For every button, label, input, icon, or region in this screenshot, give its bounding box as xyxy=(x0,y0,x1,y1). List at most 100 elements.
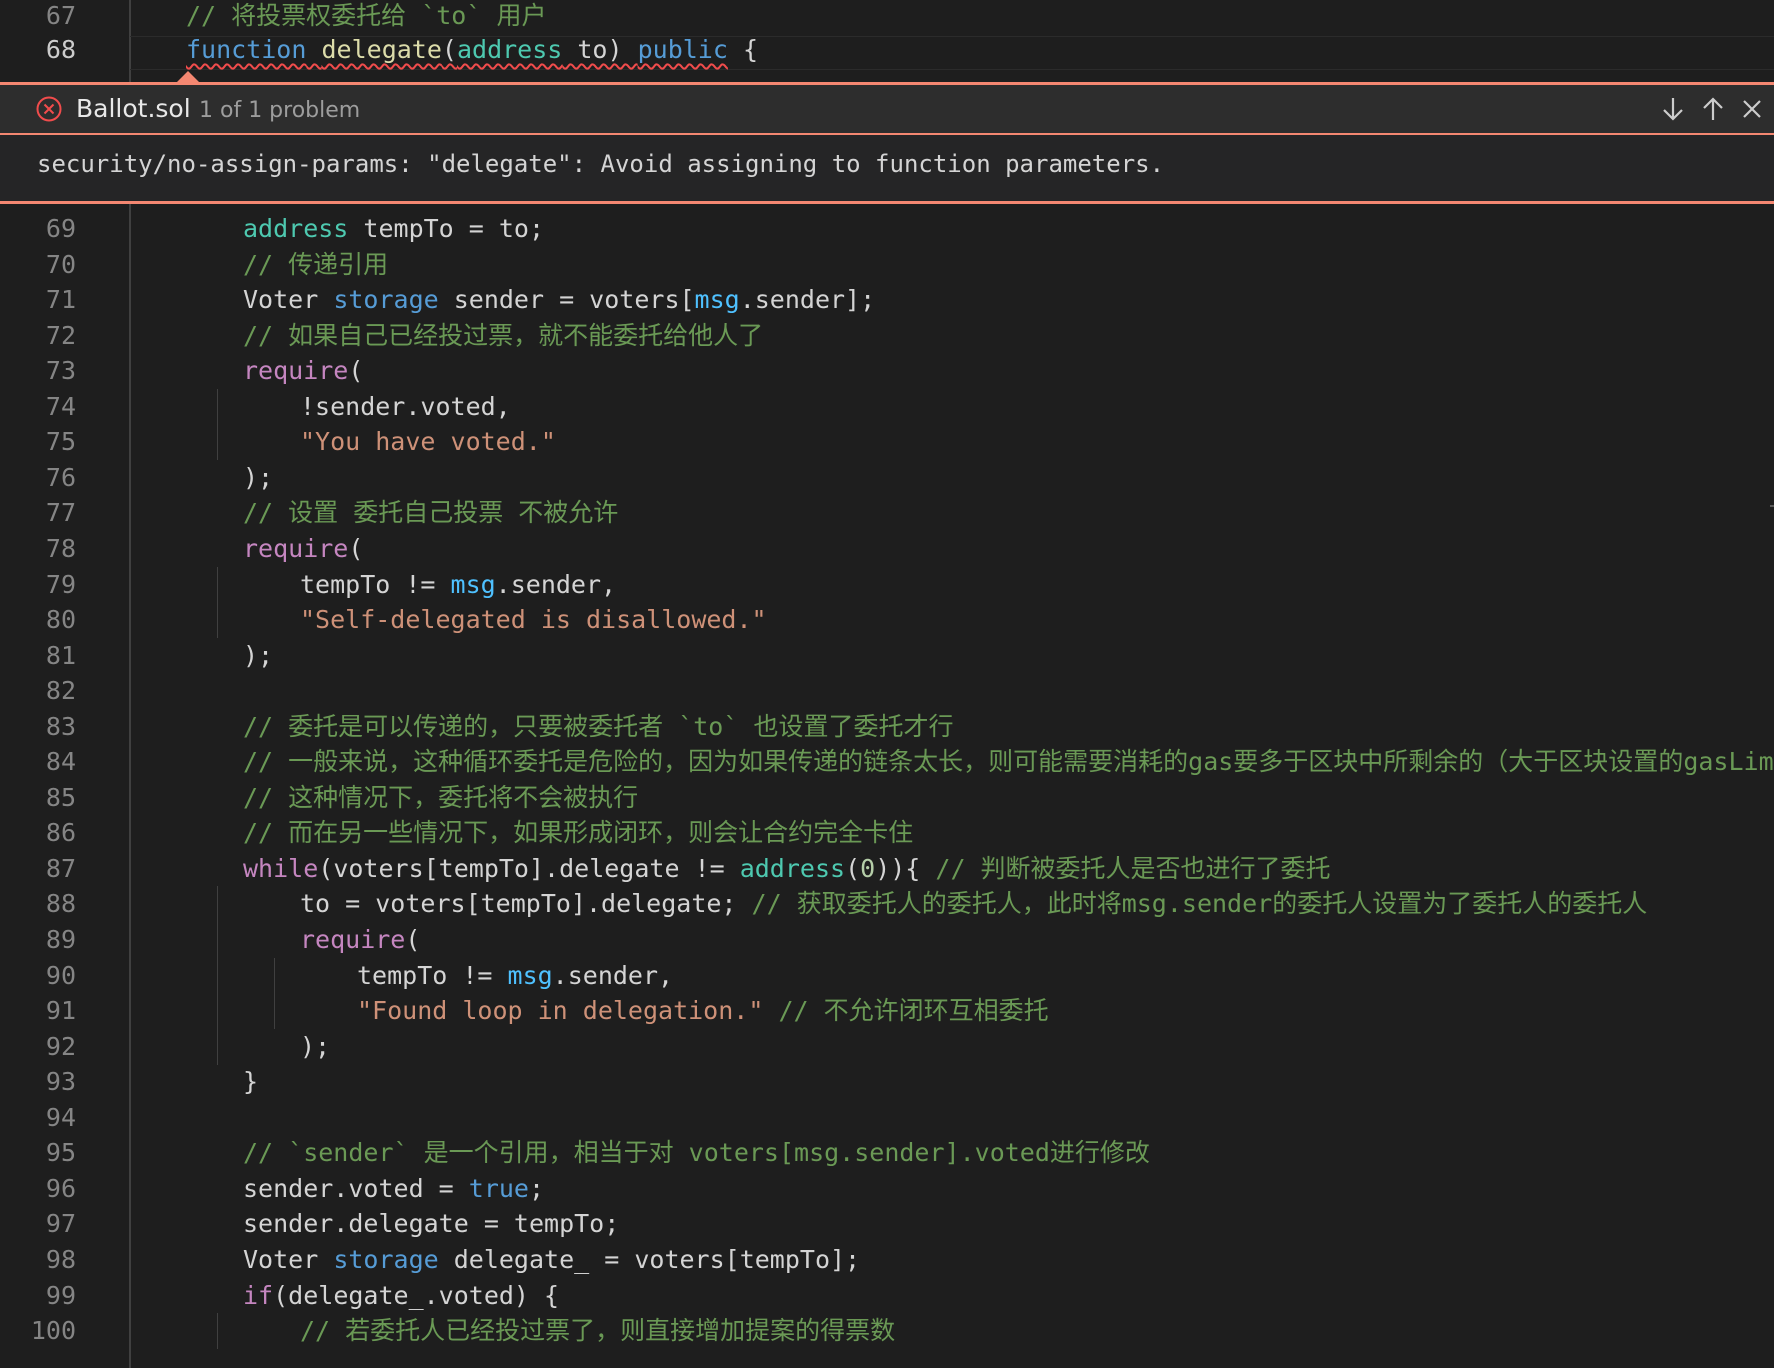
line-number: 73 xyxy=(45,356,76,386)
code-token: msg xyxy=(507,960,553,990)
code-token: sender.voted = xyxy=(243,1173,469,1203)
line-number: 75 xyxy=(45,427,76,457)
code-line[interactable]: 70 // 传递引用 xyxy=(0,247,1774,283)
line-number: 70 xyxy=(45,249,76,279)
arrow-up-icon[interactable] xyxy=(1698,94,1728,124)
code-line[interactable]: 95 // `sender` 是一个引用，相当于对 voters[msg.send… xyxy=(0,1135,1774,1171)
code-line[interactable]: 98 Voter storage delegate_ = voters[tempT… xyxy=(0,1242,1774,1278)
indent-guide xyxy=(274,993,275,1030)
code-token: Voter xyxy=(243,1244,334,1274)
code-token: // 一般来说，这种循环委托是危险的，因为如果传递的链条太长，则可能需要消耗的g… xyxy=(243,747,1774,777)
code-line[interactable]: 83 // 委托是可以传递的，只要被委托者 `to` 也设置了委托才行 xyxy=(0,709,1774,745)
problem-message: security/no-assign-params: "delegate": A… xyxy=(37,150,1165,178)
code-line[interactable]: 80 "Self-delegated is disallowed." xyxy=(0,602,1774,639)
line-number: 83 xyxy=(45,711,76,741)
code-token: !sender.voted, xyxy=(300,391,511,421)
close-icon[interactable] xyxy=(1737,94,1767,124)
problem-peek-header: Ballot.sol 1 of 1 problem xyxy=(0,85,1774,135)
code-token: storage xyxy=(333,285,439,315)
line-number: 71 xyxy=(45,285,76,315)
code-line[interactable]: 91 "Found loop in delegation." // 不允许闭环互相… xyxy=(0,993,1774,1030)
code-line[interactable]: 88 to = voters[tempTo].delegate; // 获取委托人… xyxy=(0,886,1774,923)
code-line[interactable]: 99 if(delegate_.voted) { xyxy=(0,1278,1774,1314)
code-line[interactable]: 68 function delegate(address to) public { xyxy=(0,32,1774,68)
code-line[interactable]: 85 // 这种情况下，委托将不会被执行 xyxy=(0,780,1774,816)
code-line[interactable]: 78 require( xyxy=(0,531,1774,567)
code-token: // 若委托人已经投过票了，则直接增加提案的得票数 xyxy=(300,1316,896,1346)
indent-guide xyxy=(217,886,218,923)
code-token: { xyxy=(727,35,759,64)
code-text: "Found loop in delegation." // 不允许闭环互相委托 xyxy=(357,993,1049,1029)
code-token: msg xyxy=(450,569,496,599)
code-token: ); xyxy=(243,640,274,670)
code-text: // 若委托人已经投过票了，则直接增加提案的得票数 xyxy=(300,1313,895,1349)
line-number: 76 xyxy=(45,462,76,492)
code-token: require xyxy=(243,533,349,563)
code-token: storage xyxy=(333,1244,439,1274)
code-token: true xyxy=(468,1173,529,1203)
code-line[interactable]: 75 "You have voted." xyxy=(0,424,1774,461)
code-line[interactable]: 67 // 将投票权委托给 `to` 用户 xyxy=(0,0,1774,34)
code-line[interactable]: 73 require( xyxy=(0,353,1774,389)
code-line[interactable]: 87 while(voters[tempTo].delegate != addre… xyxy=(0,851,1774,887)
indent-guide xyxy=(217,1028,218,1065)
line-number: 90 xyxy=(45,960,76,990)
code-line[interactable]: 96 sender.voted = true; xyxy=(0,1171,1774,1207)
code-text: !sender.voted, xyxy=(300,389,511,425)
indent-guide xyxy=(217,602,218,639)
code-text: address tempTo = to; xyxy=(243,211,544,247)
line-number: 78 xyxy=(45,533,76,563)
indent-guide xyxy=(217,424,218,461)
arrow-down-icon[interactable] xyxy=(1658,94,1688,124)
line-number: 100 xyxy=(30,1316,76,1346)
code-line[interactable]: 100 // 若委托人已经投过票了，则直接增加提案的得票数 xyxy=(0,1313,1774,1350)
code-line[interactable]: 72 // 如果自己已经投过票，就不能委托给他人了 xyxy=(0,318,1774,354)
code-token: .sender, xyxy=(552,960,674,990)
line-number: 68 xyxy=(45,35,76,64)
code-token: if xyxy=(243,1280,274,1310)
code-token: Voter xyxy=(243,285,334,315)
code-token: (voters[tempTo].delegate != xyxy=(318,853,740,883)
code-line[interactable]: 86 // 而在另一些情况下，如果形成闭环，则会让合约完全卡住 xyxy=(0,815,1774,851)
code-token: // 传递引用 xyxy=(243,249,389,279)
code-line[interactable]: 94 xyxy=(0,1100,1774,1136)
line-number: 77 xyxy=(45,498,76,528)
code-line[interactable]: 79 tempTo != msg.sender, xyxy=(0,566,1774,603)
line-number: 97 xyxy=(45,1209,76,1239)
code-line[interactable]: 71 Voter storage sender = voters[msg.send… xyxy=(0,282,1774,318)
code-token: tempTo != xyxy=(300,569,451,599)
code-token: require xyxy=(243,356,349,386)
code-line[interactable]: 74 !sender.voted, xyxy=(0,388,1774,425)
code-token: // 如果自己已经投过票，就不能委托给他人了 xyxy=(243,320,764,350)
code-text: if(delegate_.voted) { xyxy=(243,1278,559,1314)
code-line[interactable]: 97 sender.delegate = tempTo; xyxy=(0,1206,1774,1242)
code-line[interactable]: 89 require( xyxy=(0,922,1774,958)
code-line[interactable]: 92); xyxy=(0,1028,1774,1065)
line-number: 92 xyxy=(45,1031,76,1061)
code-token: delegate_ = voters[tempTo]; xyxy=(438,1244,861,1274)
code-line[interactable]: 81); xyxy=(0,638,1774,674)
code-token: to) xyxy=(562,35,638,64)
code-token: ( xyxy=(348,533,364,563)
code-line[interactable]: 69 address tempTo = to; xyxy=(0,211,1774,247)
indent-guide xyxy=(274,957,275,994)
line-number: 69 xyxy=(45,214,76,243)
code-line[interactable]: 82 xyxy=(0,673,1774,709)
indent-guide xyxy=(217,993,218,1030)
code-line[interactable]: 77 // 设置 委托自己投票 不被允许 xyxy=(0,495,1774,531)
code-line[interactable]: 90 tempTo != msg.sender, xyxy=(0,957,1774,994)
code-text: tempTo != msg.sender, xyxy=(300,567,616,603)
code-token: require xyxy=(300,925,406,954)
code-text: sender.delegate = tempTo; xyxy=(243,1206,619,1242)
code-line[interactable]: 93} xyxy=(0,1064,1774,1100)
code-line[interactable]: 84 // 一般来说，这种循环委托是危险的，因为如果传递的链条太长，则可能需要消耗… xyxy=(0,744,1774,780)
code-token: ( xyxy=(845,853,861,883)
code-editor[interactable]: 67// 将投票权委托给 `to` 用户 68 function delegate(… xyxy=(0,0,1774,1368)
code-token: function xyxy=(186,35,307,64)
code-line[interactable]: 76); xyxy=(0,460,1774,496)
line-number: 84 xyxy=(45,747,76,777)
line-number: 85 xyxy=(45,782,76,812)
line-number: 81 xyxy=(45,640,76,670)
code-token: msg xyxy=(694,285,740,315)
